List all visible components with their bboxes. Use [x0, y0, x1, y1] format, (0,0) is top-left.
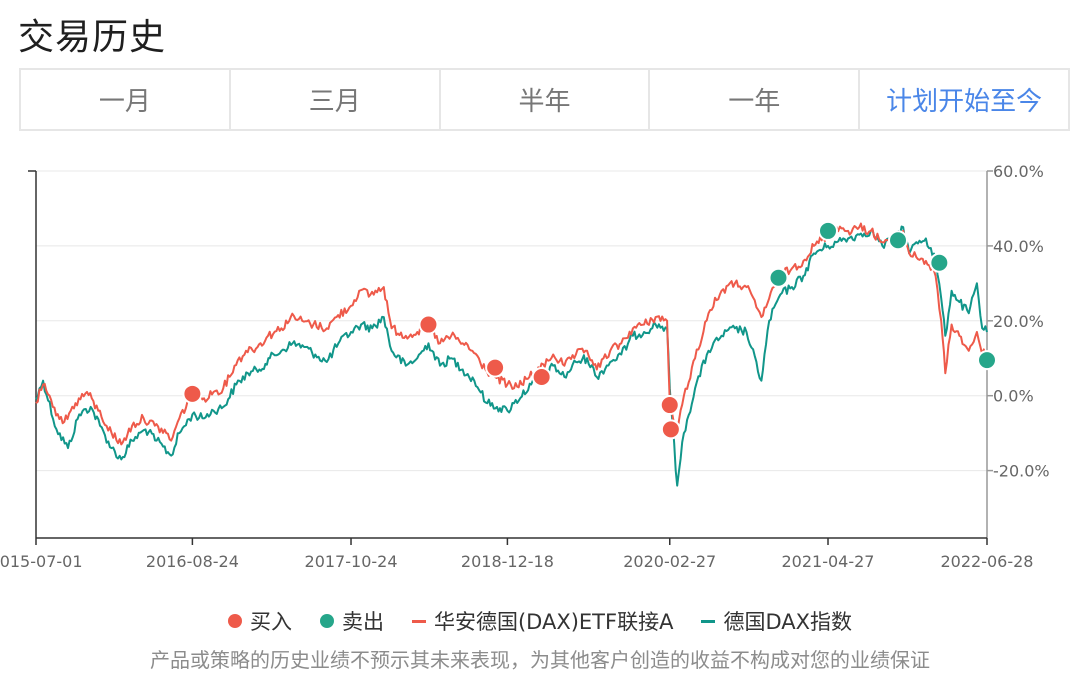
buy-dot-icon — [227, 614, 242, 628]
y-tick-label: 40.0% — [993, 237, 1044, 256]
sell-marker — [768, 267, 789, 288]
buy-marker — [531, 366, 552, 387]
buy-marker — [182, 383, 203, 404]
legend-item-index[interactable]: 德国DAX指数 — [701, 606, 852, 636]
disclaimer-text: 产品或策略的历史业绩不预示其未来表现，为其他客户创造的收益不构成对您的业绩保证 — [150, 648, 930, 672]
legend-label-buy: 买入 — [249, 610, 292, 634]
x-tick-label: 2020-02-27 — [623, 552, 716, 571]
period-tabs: 一月 三月 半年 一年 计划开始至今 — [19, 68, 1070, 131]
fund-line-icon — [411, 619, 426, 623]
x-tick-label: 2016-08-24 — [146, 552, 239, 571]
trade-history-page: 交易历史 一月 三月 半年 一年 计划开始至今 -20.0% 0.0% 20.0% 4… — [0, 0, 1080, 688]
y-tick-label: 20.0% — [993, 312, 1044, 331]
index-series-line — [35, 225, 988, 487]
tab-one-year[interactable]: 一年 — [650, 70, 861, 129]
legend-label-index: 德国DAX指数 — [723, 610, 853, 634]
legend-item-sell[interactable]: 卖出 — [319, 606, 384, 636]
buy-marker — [659, 395, 680, 416]
y-tick-label: 60.0% — [993, 162, 1044, 181]
tab-three-months[interactable]: 三月 — [231, 70, 441, 129]
x-tick-label: 2018-12-18 — [461, 552, 554, 571]
index-line-icon — [701, 619, 716, 623]
y-tick-label: 0.0% — [993, 387, 1034, 406]
sell-marker — [888, 230, 909, 251]
legend-label-sell: 卖出 — [341, 610, 384, 634]
legend-item-buy[interactable]: 买入 — [227, 606, 292, 636]
x-tick-label: 2017-10-24 — [305, 552, 398, 571]
tab-half-year[interactable]: 半年 — [441, 70, 651, 129]
performance-chart: -20.0% 0.0% 20.0% 40.0% 60.0% 2015-07-01 2016-… — [0, 162, 1050, 571]
sell-marker — [977, 350, 997, 371]
buy-marker — [485, 357, 506, 378]
page-title: 交易历史 — [18, 17, 167, 58]
x-tick-label: 2022-06-28 — [941, 552, 1034, 571]
y-tick-label: -20.0% — [993, 462, 1050, 481]
legend-item-fund[interactable]: 华安德国(DAX)ETF联接A — [411, 606, 674, 636]
sell-marker — [929, 252, 950, 273]
tab-since-plan-start[interactable]: 计划开始至今 — [860, 70, 1068, 129]
tab-one-month[interactable]: 一月 — [21, 70, 231, 129]
sell-marker — [818, 220, 839, 241]
buy-marker — [660, 419, 681, 440]
x-tick-label: 2015-07-01 — [0, 552, 82, 571]
fund-series-line — [35, 222, 988, 446]
legend-label-fund: 华安德国(DAX)ETF联接A — [433, 610, 674, 634]
buy-marker — [418, 314, 439, 335]
sell-dot-icon — [319, 614, 334, 628]
x-tick-label: 2021-04-27 — [782, 552, 875, 571]
chart-legend: 买入 卖出 华安德国(DAX)ETF联接A 德国DAX指数 — [0, 606, 1080, 636]
